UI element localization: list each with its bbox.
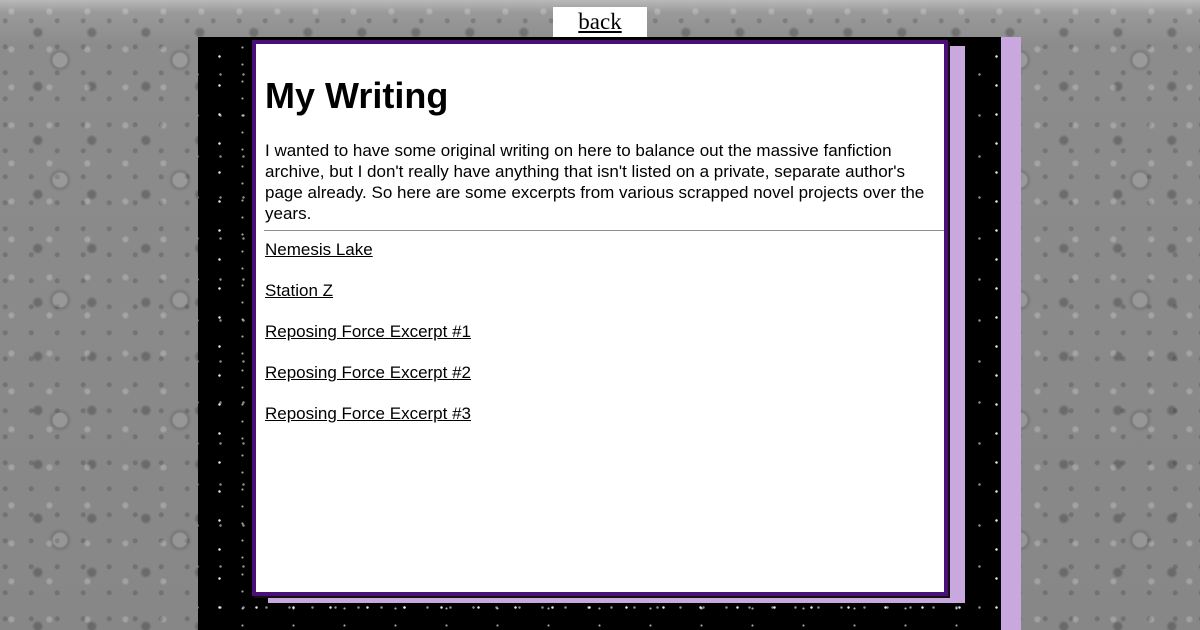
nemesis-lake-link[interactable]: Nemesis Lake bbox=[265, 240, 373, 259]
list-item: Reposing Force Excerpt #1 bbox=[265, 322, 471, 363]
reposing-force-excerpt-1-link[interactable]: Reposing Force Excerpt #1 bbox=[265, 322, 471, 341]
reposing-force-excerpt-3-link[interactable]: Reposing Force Excerpt #3 bbox=[265, 404, 471, 423]
lavender-side-strip bbox=[1001, 37, 1021, 630]
list-item: Reposing Force Excerpt #3 bbox=[265, 404, 471, 445]
list-item: Nemesis Lake bbox=[265, 240, 471, 281]
station-z-link[interactable]: Station Z bbox=[265, 281, 333, 300]
writing-link-list: Nemesis Lake Station Z Reposing Force Ex… bbox=[265, 240, 471, 445]
reposing-force-excerpt-2-link[interactable]: Reposing Force Excerpt #2 bbox=[265, 363, 471, 382]
back-button-container: back bbox=[553, 7, 647, 37]
list-item: Reposing Force Excerpt #2 bbox=[265, 363, 471, 404]
list-item: Station Z bbox=[265, 281, 471, 322]
intro-paragraph: I wanted to have some original writing o… bbox=[265, 141, 925, 223]
content-divider bbox=[264, 230, 944, 231]
writing-card: My Writing I wanted to have some origina… bbox=[252, 40, 948, 596]
page-title: My Writing bbox=[265, 75, 449, 116]
back-link[interactable]: back bbox=[578, 9, 621, 35]
